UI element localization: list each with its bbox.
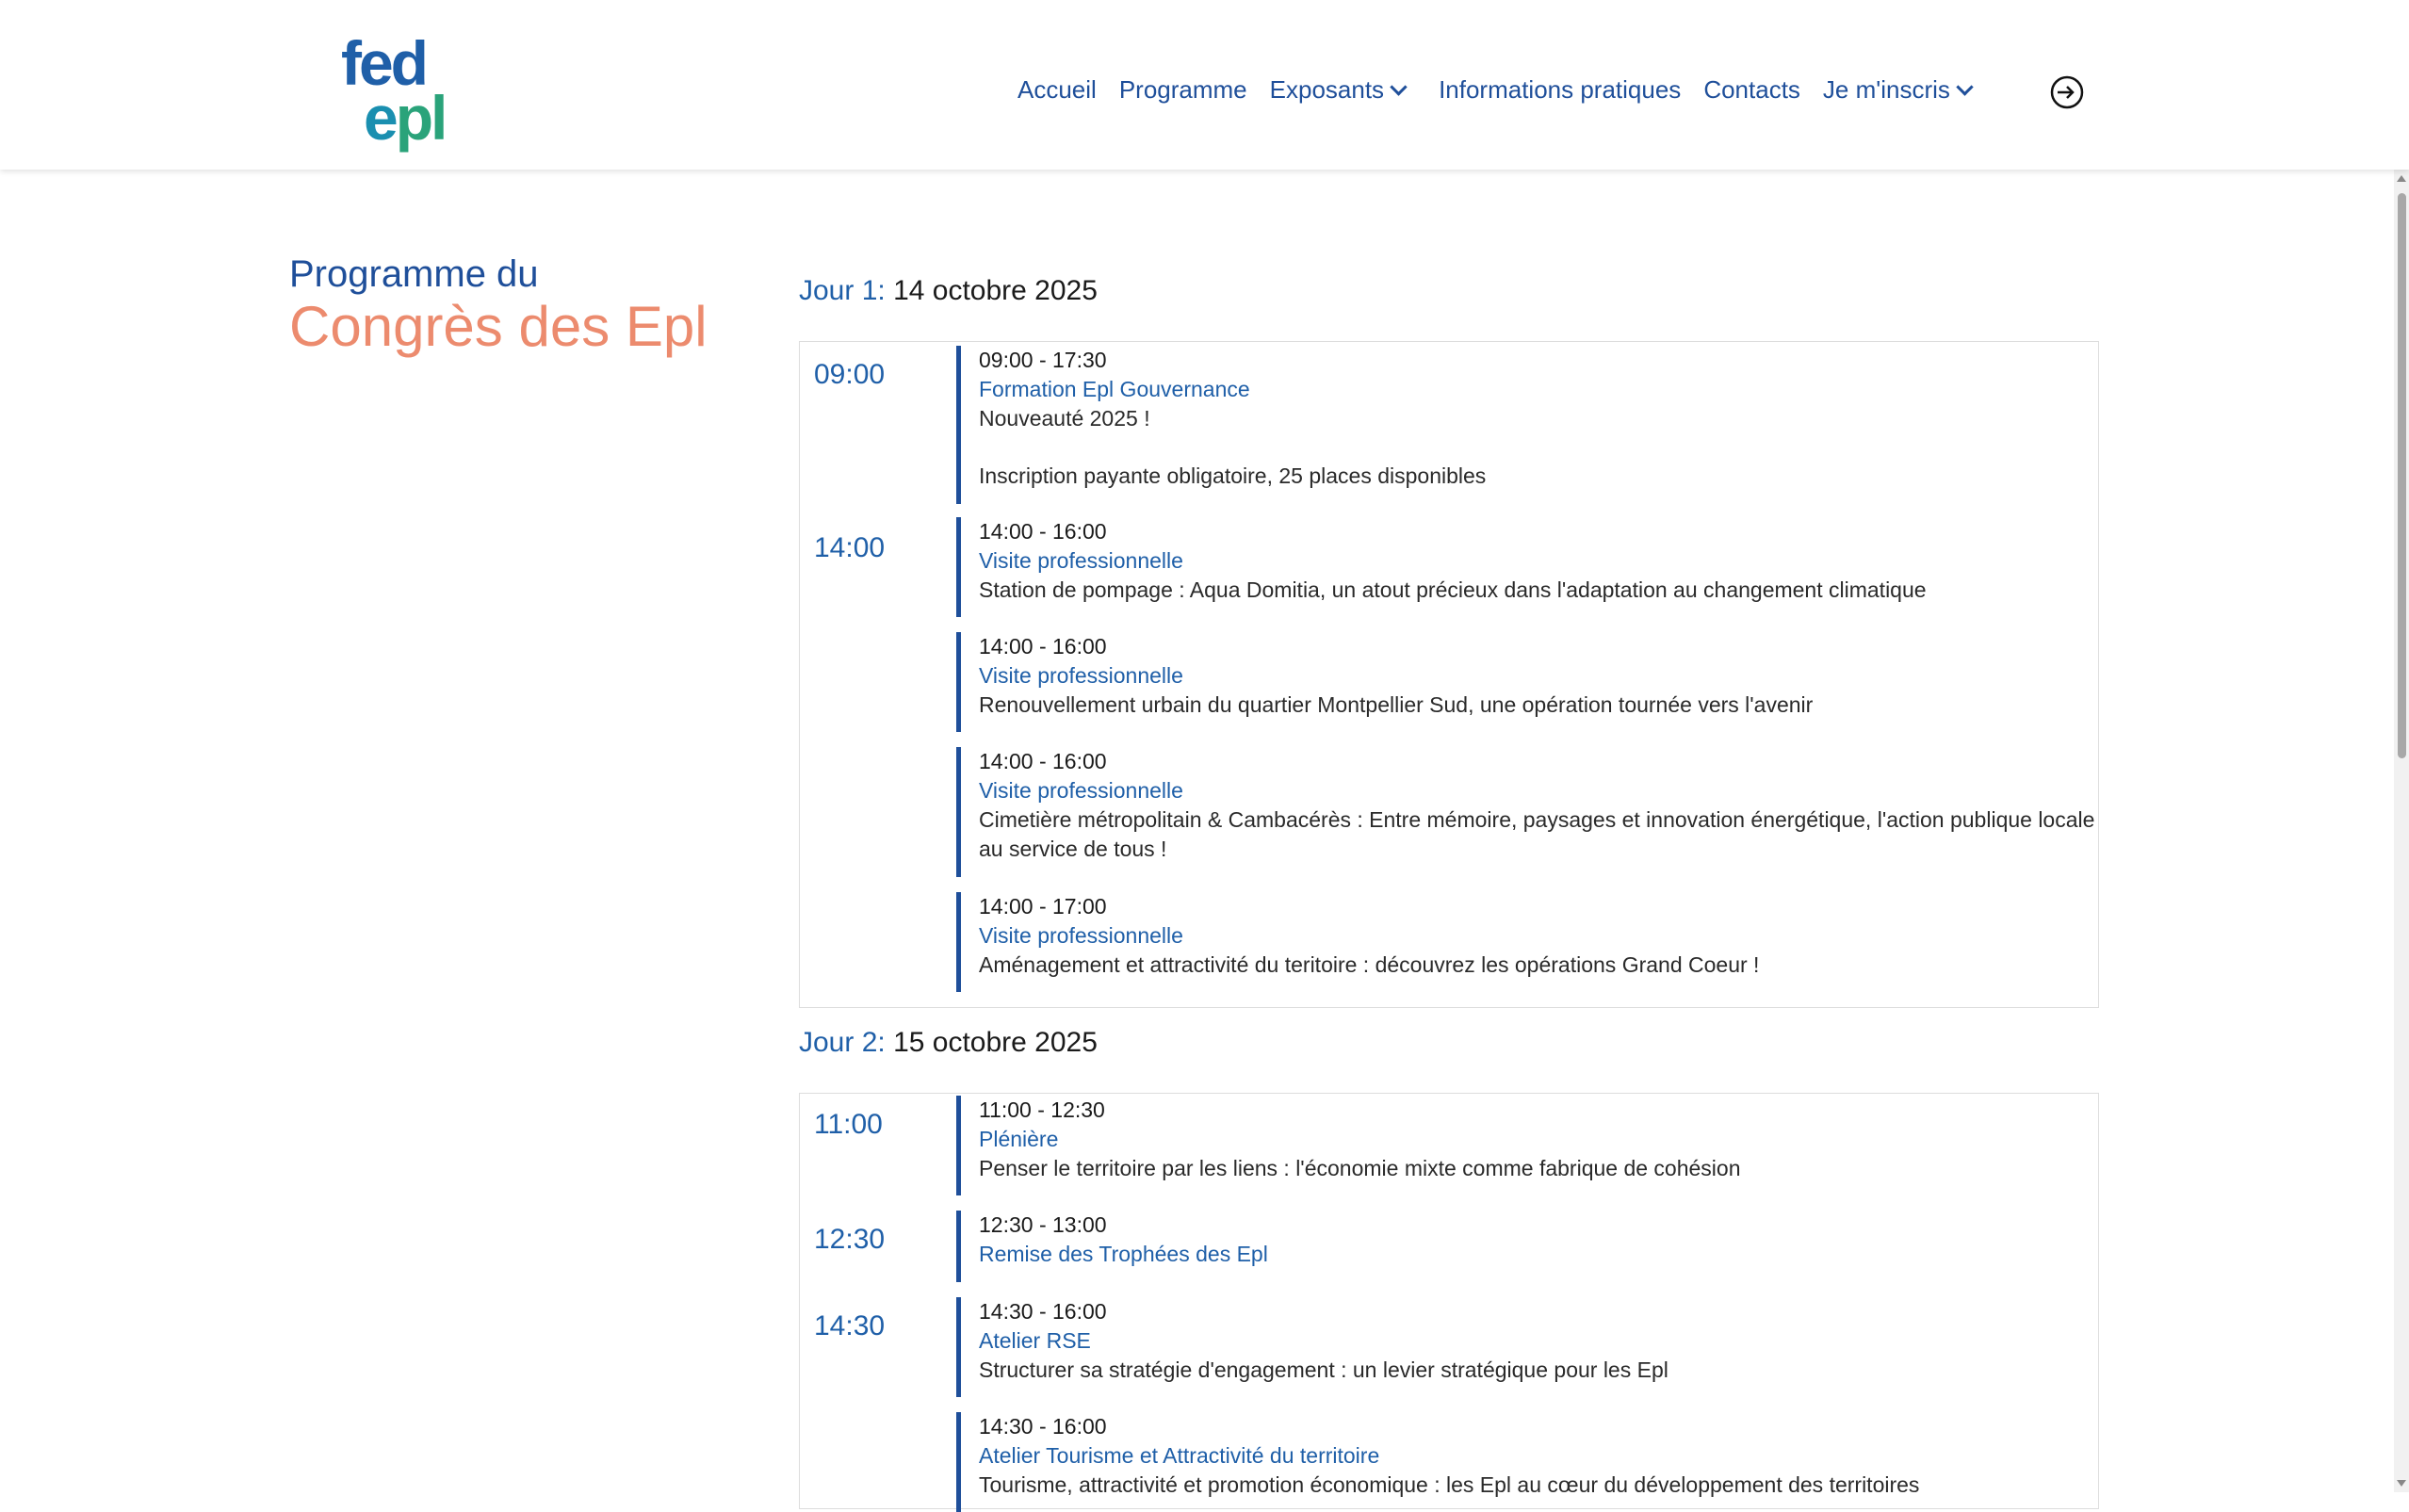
program-event: 11:00 - 12:30 Plénière Penser le territo… [956,1096,2100,1195]
day-date: 15 octobre 2025 [893,1027,1098,1058]
program-event: 09:00 - 17:30 Formation Epl Gouvernance … [956,346,2100,504]
page-title-line-2: Congrès des Epl [289,295,708,358]
slot-time: 14:00 [814,532,886,563]
event-title-link[interactable]: Formation Epl Gouvernance [979,375,2100,404]
page-title: Programme du Congrès des Epl [289,252,708,358]
nav-accueil[interactable]: Accueil [1017,75,1097,105]
nav-contacts[interactable]: Contacts [1703,75,1800,105]
day-date: 14 octobre 2025 [893,275,1098,306]
event-description: Structurer sa stratégie d'engagement : u… [979,1358,1668,1382]
day-header: Jour 2: 15 octobre 2025 [799,1027,1098,1059]
event-time: 09:00 - 17:30 [979,348,1107,372]
event-time: 12:30 - 13:00 [979,1212,1107,1237]
chevron-down-icon [1390,78,1408,96]
program-event: 14:30 - 16:00 Atelier RSE Structurer sa … [956,1297,2100,1397]
event-description: Nouveauté 2025 ! [979,406,1150,431]
event-description: Inscription payante obligatoire, 25 plac… [979,463,1487,488]
day-program: 11:00 12:30 14:30 11:00 - 12:30 Plénière… [799,1093,2100,1512]
program-event: 12:30 - 13:00 Remise des Trophées des Ep… [956,1211,2100,1282]
nav-exposants[interactable]: Exposants [1270,75,1408,105]
day-label: Jour 1: [799,275,886,306]
slot-time: 12:30 [814,1224,886,1255]
scroll-down-arrow-icon[interactable] [2397,1480,2406,1487]
slot-time: 14:30 [814,1310,886,1341]
event-description: Penser le territoire par les liens : l'é… [979,1156,1741,1180]
event-time: 14:00 - 17:00 [979,894,1107,919]
event-title-link[interactable]: Atelier RSE [979,1326,2100,1356]
event-time: 14:00 - 16:00 [979,519,1107,544]
logo-line-2: epl [364,83,448,153]
event-time: 14:00 - 16:00 [979,749,1107,773]
program-event: 14:00 - 16:00 Visite professionnelle Ren… [956,632,2100,732]
event-description: Station de pompage : Aqua Domitia, un at… [979,577,1927,602]
event-time: 14:00 - 16:00 [979,634,1107,658]
event-description: Tourisme, attractivité et promotion écon… [979,1472,1920,1497]
event-title-link[interactable]: Atelier Tourisme et Attractivité du terr… [979,1441,2100,1471]
scroll-up-arrow-icon[interactable] [2397,175,2406,182]
event-title-link[interactable]: Visite professionnelle [979,546,2100,576]
event-description: Renouvellement urbain du quartier Montpe… [979,692,1814,717]
event-title-link[interactable]: Visite professionnelle [979,921,2100,951]
event-title-link[interactable]: Visite professionnelle [979,776,2100,805]
day-program: 09:00 14:00 09:00 - 17:30 Formation Epl … [799,341,2099,1008]
scrollbar-thumb[interactable] [2398,193,2406,758]
event-time: 14:30 - 16:00 [979,1414,1107,1439]
vertical-scrollbar[interactable] [2394,170,2409,1492]
program-event: 14:00 - 16:00 Visite professionnelle Sta… [956,517,2100,617]
program-event: 14:00 - 17:00 Visite professionnelle Amé… [956,892,2100,992]
event-title-link[interactable]: Visite professionnelle [979,661,2100,691]
event-time: 11:00 - 12:30 [979,1097,1105,1122]
event-description: Aménagement et attractivité du teritoire… [979,952,1760,977]
day-label: Jour 2: [799,1027,886,1058]
slot-time: 11:00 [814,1109,883,1140]
event-description: Cimetière métropolitain & Cambacérès : E… [979,807,2095,861]
day-header: Jour 1: 14 octobre 2025 [799,275,1098,307]
chevron-down-icon [1956,78,1974,96]
main-nav: Accueil Programme Exposants Informations… [1017,75,1994,105]
login-icon[interactable] [2050,75,2084,109]
event-time: 14:30 - 16:00 [979,1299,1107,1324]
program-event: 14:30 - 16:00 Atelier Tourisme et Attrac… [956,1412,2100,1512]
site-header: fed epl Accueil Programme Exposants Info… [0,0,2409,170]
nav-informations-pratiques[interactable]: Informations pratiques [1439,75,1681,105]
event-title-link[interactable]: Plénière [979,1125,2100,1154]
nav-programme[interactable]: Programme [1119,75,1247,105]
nav-je-minscris[interactable]: Je m'inscris [1823,75,1974,105]
page-title-line-1: Programme du [289,253,539,295]
fedepl-logo[interactable]: fed epl [341,32,482,153]
event-title-link[interactable]: Remise des Trophées des Epl [979,1240,2100,1269]
slot-time: 09:00 [814,359,886,390]
program-event: 14:00 - 16:00 Visite professionnelle Cim… [956,747,2100,877]
